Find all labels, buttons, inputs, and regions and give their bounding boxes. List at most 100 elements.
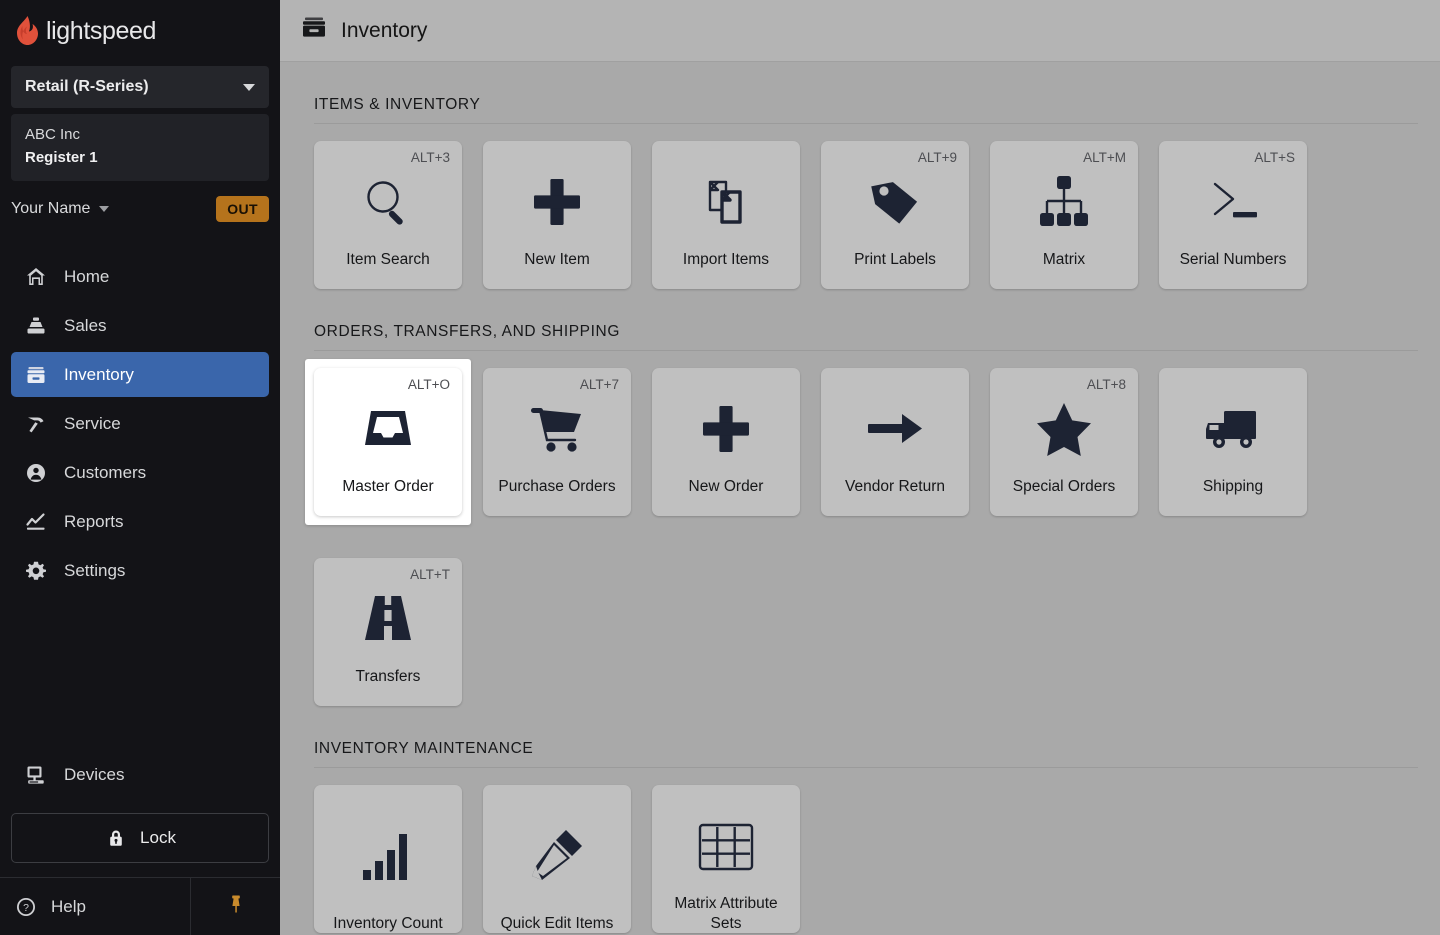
tile-grid: Inventory Count Quick Edit Items Matrix … (314, 785, 1418, 933)
tile-label: Transfers (355, 667, 421, 685)
inventory-box-icon (301, 16, 327, 45)
section-divider (314, 767, 1418, 768)
shortcut-label: ALT+3 (410, 150, 450, 165)
tile-serial-numbers[interactable]: ALT+S Serial Numbers (1159, 141, 1307, 289)
sidebar-item-reports[interactable]: Reports (11, 499, 269, 544)
sidebar-item-service[interactable]: Service (11, 401, 269, 446)
tile-label: Print Labels (854, 250, 936, 268)
clock-out-button[interactable]: OUT (216, 196, 269, 222)
tile-import-items[interactable]: Import Items (652, 141, 800, 289)
chevron-down-icon (243, 83, 255, 91)
tile-shipping[interactable]: Shipping (1159, 368, 1307, 516)
product-selector-label: Retail (R-Series) (25, 78, 149, 95)
section-divider (314, 350, 1418, 351)
sidebar-item-label: Home (64, 266, 110, 286)
section-title: ORDERS, TRANSFERS, AND SHIPPING (314, 323, 620, 340)
lock-button[interactable]: Lock (11, 813, 269, 863)
shortcut-label: ALT+T (410, 567, 450, 582)
user-menu[interactable]: Your Name (11, 200, 110, 218)
lightspeed-flame-icon (14, 16, 40, 46)
product-selector[interactable]: Retail (R-Series) (11, 66, 269, 108)
tile-quick-edit-items[interactable]: Quick Edit Items (483, 785, 631, 933)
main-panel: Inventory ITEMS & INVENTORY ALT+3 Item S… (280, 0, 1440, 935)
tile-label: Special Orders (1012, 477, 1116, 495)
brand-name: lightspeed (46, 16, 156, 45)
monitor-icon (24, 763, 48, 787)
shortcut-label: ALT+9 (917, 150, 957, 165)
tile-special-orders[interactable]: ALT+8 Special Orders (990, 368, 1138, 516)
page-title: Inventory (341, 18, 428, 42)
shortcut-label: ALT+M (1083, 150, 1126, 165)
section-divider (314, 123, 1418, 124)
chevron-down-icon (99, 206, 110, 212)
sidebar-item-label: Service (64, 413, 121, 433)
pin-sidebar-button[interactable] (190, 878, 280, 935)
tile-master-order[interactable]: ALT+O Master Order (314, 368, 462, 516)
brand-logo[interactable]: lightspeed (0, 0, 280, 62)
sidebar-footer: ? Help (0, 877, 280, 935)
copy-documents-icon (652, 141, 800, 250)
sidebar-item-devices[interactable]: Devices (11, 752, 269, 797)
tile-matrix[interactable]: ALT+M Matrix (990, 141, 1138, 289)
sales-register-icon (24, 314, 48, 338)
tile-label: Import Items (682, 250, 770, 268)
question-circle-icon: ? (14, 895, 38, 919)
svg-text:?: ? (23, 902, 29, 914)
sidebar-item-inventory[interactable]: Inventory (11, 352, 269, 397)
app-root: lightspeed Retail (R-Series) ABC Inc Reg… (0, 0, 1440, 935)
page-header: Inventory (280, 0, 1440, 62)
grid-table-icon (652, 785, 800, 894)
user-name-label: Your Name (11, 200, 91, 217)
tile-purchase-orders[interactable]: ALT+7 Purchase Orders (483, 368, 631, 516)
tile-new-item[interactable]: New Item (483, 141, 631, 289)
shortcut-label: ALT+7 (579, 377, 619, 392)
sidebar-item-settings[interactable]: Settings (11, 548, 269, 593)
help-label: Help (51, 896, 86, 916)
page-content: ITEMS & INVENTORY ALT+3 Item Search New … (280, 62, 1440, 935)
home-icon (24, 265, 48, 289)
shortcut-label: ALT+8 (1086, 377, 1126, 392)
lock-icon (104, 826, 128, 850)
tile-label: Serial Numbers (1179, 250, 1287, 268)
tile-vendor-return[interactable]: Vendor Return (821, 368, 969, 516)
section-orders-transfers-shipping: ORDERS, TRANSFERS, AND SHIPPING ALT+O Ma… (280, 289, 1440, 706)
bar-chart-icon (314, 785, 462, 914)
sidebar-nav: Home Sales Inventory Service Customers R… (0, 250, 280, 597)
sidebar-item-sales[interactable]: Sales (11, 303, 269, 348)
register-info[interactable]: ABC Inc Register 1 (11, 114, 269, 181)
tile-label: New Order (688, 477, 764, 495)
tile-label: Vendor Return (845, 477, 945, 495)
tile-print-labels[interactable]: ALT+9 Print Labels (821, 141, 969, 289)
shortcut-label: ALT+S (1254, 150, 1295, 165)
tile-new-order[interactable]: New Order (652, 368, 800, 516)
arrow-right-icon (821, 368, 969, 477)
tile-item-search[interactable]: ALT+3 Item Search (314, 141, 462, 289)
section-title: INVENTORY MAINTENANCE (314, 740, 534, 757)
tile-inventory-count[interactable]: Inventory Count (314, 785, 462, 933)
section-title: ITEMS & INVENTORY (314, 96, 481, 113)
tile-label: Shipping (1202, 477, 1264, 495)
sidebar-item-label: Customers (64, 462, 147, 482)
sidebar-item-home[interactable]: Home (11, 254, 269, 299)
tile-label: Inventory Count (333, 914, 443, 932)
tile-label: Matrix Attribute Sets (674, 895, 778, 932)
tile-label: Quick Edit Items (500, 914, 614, 932)
inventory-box-icon (24, 363, 48, 387)
tile-label: Item Search (346, 250, 430, 268)
tile-label: Matrix (1042, 250, 1086, 268)
company-name: ABC Inc (25, 126, 81, 143)
gear-icon (24, 559, 48, 583)
person-circle-icon (24, 461, 48, 485)
sidebar-item-label: Sales (64, 315, 107, 335)
tile-highlight-frame: ALT+O Master Order (305, 359, 471, 525)
tile-matrix-attribute-sets[interactable]: Matrix Attribute Sets (652, 785, 800, 933)
sidebar-item-customers[interactable]: Customers (11, 450, 269, 495)
tile-transfers[interactable]: ALT+T Transfers (314, 558, 462, 706)
pushpin-icon (226, 893, 246, 920)
tile-label: New Item (524, 250, 590, 268)
help-button[interactable]: ? Help (0, 878, 190, 935)
register-name: Register 1 (25, 148, 98, 166)
shortcut-label: ALT+O (407, 377, 450, 392)
pencil-icon (483, 785, 631, 914)
